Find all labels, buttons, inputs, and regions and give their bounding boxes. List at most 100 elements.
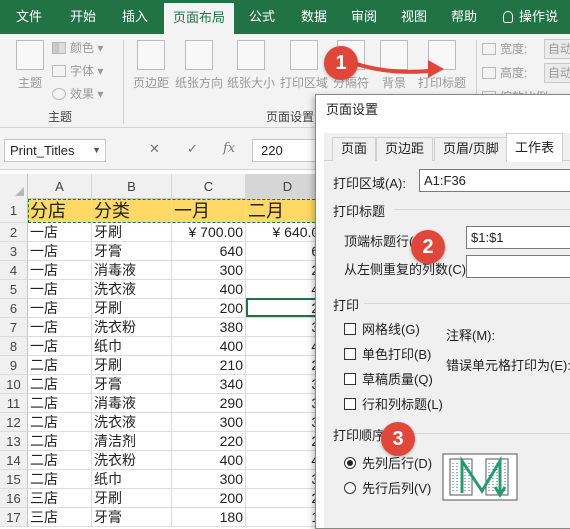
tab-file[interactable]: 文件 [4, 0, 54, 34]
tab-insert[interactable]: 插入 [110, 0, 160, 34]
table-cell[interactable]: 牙膏 [92, 242, 172, 261]
dialog-tab-page[interactable]: 页面 [332, 137, 377, 161]
table-cell[interactable]: 180 [172, 508, 246, 527]
table-cell[interactable]: 200 [172, 299, 246, 318]
black-and-white-checkbox[interactable]: 单色打印(B) [344, 344, 431, 363]
tab-data[interactable]: 数据 [290, 0, 338, 34]
dialog-tab-sheet[interactable]: 工作表 [506, 133, 564, 162]
row-number[interactable]: 8 [0, 337, 28, 356]
over-then-down-radio[interactable]: 先行后列(V) [344, 478, 431, 497]
table-cell[interactable]: 洗衣液 [92, 280, 172, 299]
table-cell[interactable]: 二店 [28, 470, 92, 489]
table-cell[interactable]: 牙膏 [92, 375, 172, 394]
table-cell[interactable]: 640 [172, 242, 246, 261]
column-header-b[interactable]: B [92, 174, 172, 199]
table-cell[interactable]: 220 [172, 432, 246, 451]
table-cell[interactable]: 一店 [28, 318, 92, 337]
table-cell[interactable]: 一店 [28, 242, 92, 261]
row-number[interactable]: 7 [0, 318, 28, 337]
table-cell[interactable]: 洗衣液 [92, 413, 172, 432]
table-cell[interactable]: 一店 [28, 280, 92, 299]
table-cell[interactable]: 二店 [28, 432, 92, 451]
row-number[interactable]: 9 [0, 356, 28, 375]
table-cell[interactable]: 二店 [28, 451, 92, 470]
row-number[interactable]: 12 [0, 413, 28, 432]
column-header-c[interactable]: C [172, 174, 246, 199]
table-cell[interactable]: 洗衣粉 [92, 451, 172, 470]
themes-button[interactable]: 主题 [10, 40, 50, 91]
column-header-a[interactable]: A [28, 174, 92, 199]
table-cell[interactable]: 三店 [28, 489, 92, 508]
table-cell[interactable]: 清洁剂 [92, 432, 172, 451]
table-cell[interactable]: 一店 [28, 223, 92, 242]
dialog-tab-margins[interactable]: 页边距 [376, 137, 434, 161]
row-number[interactable]: 15 [0, 470, 28, 489]
table-cell[interactable]: 纸巾 [92, 337, 172, 356]
size-button[interactable]: 纸张大小 [226, 40, 276, 91]
table-cell[interactable]: 400 [172, 337, 246, 356]
table-cell[interactable]: 消毒液 [92, 261, 172, 280]
table-cell[interactable]: 三店 [28, 508, 92, 527]
row-number[interactable]: 10 [0, 375, 28, 394]
effects-button[interactable]: 效果 ▾ [52, 84, 103, 104]
tab-page-layout[interactable]: 页面布局 [164, 3, 234, 34]
margins-button[interactable]: 页边距 [131, 40, 171, 91]
row-number[interactable]: 3 [0, 242, 28, 261]
name-box[interactable]: Print_Titles ▼ [4, 139, 106, 162]
table-cell[interactable]: 二店 [28, 356, 92, 375]
header-cell[interactable]: 一月 [172, 199, 246, 223]
table-cell[interactable]: 400 [172, 451, 246, 470]
table-cell[interactable]: 牙刷 [92, 356, 172, 375]
tab-help[interactable]: 帮助 [440, 0, 488, 34]
table-cell[interactable]: 牙刷 [92, 223, 172, 242]
table-cell[interactable]: 一店 [28, 299, 92, 318]
rows-to-repeat-input[interactable]: $1:$1 [466, 226, 570, 249]
gridlines-checkbox[interactable]: 网格线(G) [344, 319, 420, 338]
table-cell[interactable]: 380 [172, 318, 246, 337]
down-then-over-radio[interactable]: 先列后行(D) [344, 453, 432, 472]
tell-me-box[interactable]: 操作说 [503, 0, 558, 34]
table-cell[interactable]: 纸巾 [92, 470, 172, 489]
enter-icon[interactable]: ✓ [187, 141, 198, 157]
print-area-input[interactable]: A1:F36 [419, 169, 570, 192]
draft-quality-checkbox[interactable]: 草稿质量(Q) [344, 369, 433, 388]
table-cell[interactable]: 一店 [28, 261, 92, 280]
table-cell[interactable]: 牙刷 [92, 299, 172, 318]
tab-review[interactable]: 审阅 [340, 0, 388, 34]
orientation-button[interactable]: 纸张方向 [174, 40, 224, 91]
row-number[interactable]: 1 [0, 199, 28, 223]
columns-to-repeat-input[interactable] [466, 255, 570, 278]
table-cell[interactable]: 340 [172, 375, 246, 394]
height-input[interactable]: 自动 [544, 63, 570, 83]
insert-function-icon[interactable]: fx [223, 141, 235, 156]
row-number[interactable]: 4 [0, 261, 28, 280]
fonts-button[interactable]: 字体 ▾ [52, 61, 103, 81]
row-number[interactable]: 6 [0, 299, 28, 318]
tab-home[interactable]: 开始 [58, 0, 108, 34]
table-cell[interactable]: 二店 [28, 375, 92, 394]
colors-button[interactable]: 颜色 ▾ [52, 38, 103, 58]
table-cell[interactable]: 290 [172, 394, 246, 413]
row-number[interactable]: 2 [0, 223, 28, 242]
table-cell[interactable]: 300 [172, 413, 246, 432]
table-cell[interactable]: 300 [172, 261, 246, 280]
chevron-down-icon[interactable]: ▼ [92, 140, 101, 161]
dialog-tab-header-footer[interactable]: 页眉/页脚 [434, 137, 508, 161]
row-number[interactable]: 5 [0, 280, 28, 299]
table-cell[interactable]: 200 [172, 489, 246, 508]
table-cell[interactable]: 牙刷 [92, 489, 172, 508]
print-area-button[interactable]: 打印区域 [279, 40, 329, 91]
tab-view[interactable]: 视图 [390, 0, 438, 34]
table-cell[interactable]: 210 [172, 356, 246, 375]
tab-formulas[interactable]: 公式 [238, 0, 286, 34]
table-cell[interactable]: 二店 [28, 413, 92, 432]
table-cell[interactable]: 洗衣粉 [92, 318, 172, 337]
row-number[interactable]: 17 [0, 508, 28, 527]
row-column-headings-checkbox[interactable]: 行和列标题(L) [344, 394, 443, 413]
select-all-corner[interactable] [0, 174, 28, 199]
table-cell[interactable]: 二店 [28, 394, 92, 413]
width-input[interactable]: 自动 [544, 39, 570, 59]
row-number[interactable]: 16 [0, 489, 28, 508]
table-cell[interactable]: ¥ 700.00 [172, 223, 246, 242]
table-cell[interactable]: 消毒液 [92, 394, 172, 413]
